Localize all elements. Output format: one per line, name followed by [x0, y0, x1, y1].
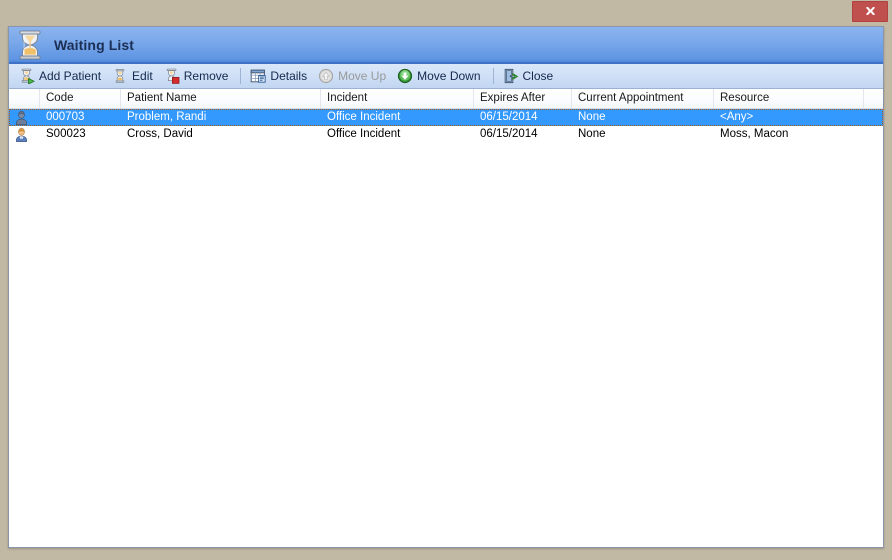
- cell-patient-name: Cross, David: [127, 128, 193, 140]
- toolbar-move-up-button[interactable]: Move Up: [314, 64, 393, 88]
- column-header-current-appointment[interactable]: Current Appointment: [572, 89, 714, 108]
- cell-expires-after: 06/15/2014: [480, 111, 538, 123]
- patient-avatar-icon: [16, 110, 27, 125]
- close-x-icon: [865, 7, 875, 15]
- window-title: Waiting List: [54, 36, 135, 53]
- window-titlebar: Waiting List: [9, 27, 883, 63]
- toolbar-add-patient-button[interactable]: Add Patient: [15, 64, 108, 88]
- hourglass-icon: [19, 30, 41, 59]
- cell-filler: [864, 109, 883, 126]
- exit-door-icon: [504, 68, 518, 84]
- column-header-patient-name[interactable]: Patient Name: [121, 89, 321, 108]
- column-header-incident[interactable]: Incident: [321, 89, 474, 108]
- cell-code: 000703: [46, 111, 85, 123]
- toolbar-details-button[interactable]: Details: [246, 64, 314, 88]
- toolbar-move-down-button[interactable]: Move Down: [393, 64, 487, 88]
- column-header-code[interactable]: Code: [40, 89, 121, 108]
- arrow-down-circle-icon: [398, 68, 413, 84]
- toolbar-close-label: Close: [522, 69, 554, 83]
- toolbar-move-up-label: Move Up: [338, 69, 387, 83]
- cell-resource: <Any>: [720, 111, 754, 123]
- column-header-filler: [864, 89, 883, 108]
- cell-expires-after: 06/15/2014: [480, 128, 538, 140]
- toolbar-details-label: Details: [270, 69, 308, 83]
- toolbar-add-patient-label: Add Patient: [39, 69, 102, 83]
- toolbar-edit-button[interactable]: Edit: [108, 64, 160, 88]
- cell-incident: Office Incident: [327, 128, 401, 140]
- hourglass-remove-icon: [166, 68, 180, 84]
- column-header-expires-after[interactable]: Expires After: [474, 89, 572, 108]
- hourglass-add-icon: [21, 68, 35, 84]
- patient-avatar-icon: [16, 127, 27, 142]
- table-row[interactable]: S00023 Cross, David Office Incident 06/1…: [9, 126, 883, 143]
- cell-incident: Office Incident: [327, 111, 401, 123]
- waiting-list-window: Waiting List Add Patient Edit Remove Det…: [8, 26, 884, 548]
- cell-patient-name: Problem, Randi: [127, 111, 207, 123]
- window-close-button[interactable]: [852, 1, 888, 22]
- toolbar-edit-label: Edit: [132, 69, 153, 83]
- toolbar-separator-1: [240, 68, 242, 84]
- toolbar-separator-2: [492, 68, 494, 84]
- toolbar-move-down-label: Move Down: [417, 69, 481, 83]
- row-avatar-cell: [9, 109, 40, 126]
- toolbar-remove-label: Remove: [183, 69, 229, 83]
- cell-resource: Moss, Macon: [720, 128, 789, 140]
- column-header-icon[interactable]: [9, 89, 40, 108]
- toolbar: Add Patient Edit Remove Details Move Up …: [9, 63, 883, 89]
- table-row[interactable]: 000703 Problem, Randi Office Incident 06…: [9, 109, 883, 126]
- toolbar-remove-button[interactable]: Remove: [160, 64, 236, 88]
- cell-code: S00023: [46, 128, 86, 140]
- hourglass-edit-icon: [115, 69, 125, 83]
- row-avatar-cell: [9, 126, 40, 143]
- details-grid-icon: [251, 69, 267, 83]
- arrow-up-circle-icon: [319, 68, 334, 84]
- cell-current-appointment: None: [578, 111, 606, 123]
- cell-filler: [864, 126, 883, 143]
- waiting-list-grid[interactable]: Code Patient Name Incident Expires After…: [9, 89, 883, 547]
- grid-header-row: Code Patient Name Incident Expires After…: [9, 89, 883, 109]
- cell-current-appointment: None: [578, 128, 606, 140]
- column-header-resource[interactable]: Resource: [714, 89, 864, 108]
- toolbar-close-button[interactable]: Close: [499, 64, 561, 88]
